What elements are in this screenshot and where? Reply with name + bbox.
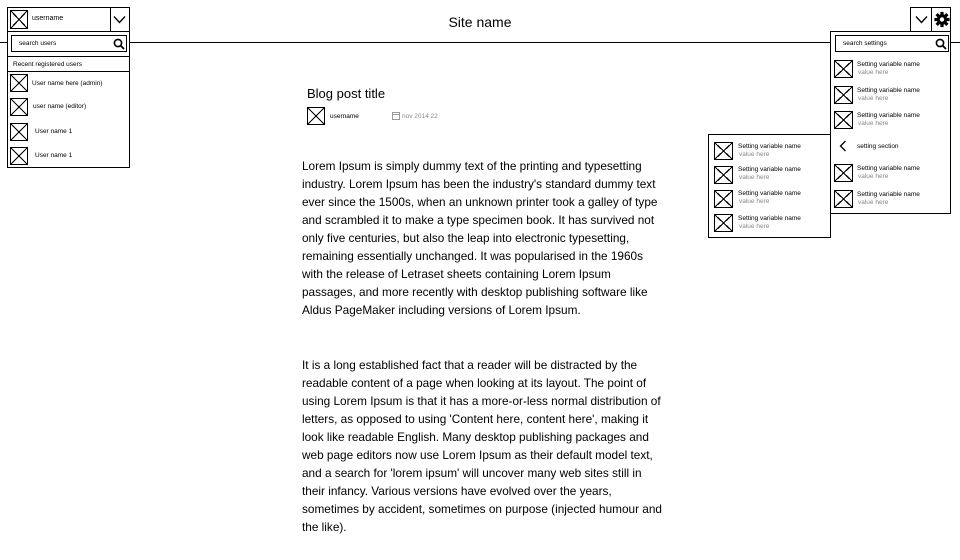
- post-author[interactable]: username: [330, 113, 359, 120]
- setting-name: Setting variable name: [857, 112, 920, 119]
- divider: [8, 56, 129, 57]
- settings-button[interactable]: [910, 7, 951, 32]
- user-avatar-icon: [10, 123, 28, 141]
- post-date: nov 2014 22: [402, 113, 438, 120]
- setting-icon: [714, 166, 733, 184]
- setting-value: value here: [858, 120, 889, 127]
- search-icon[interactable]: [935, 38, 947, 50]
- gear-icon: [934, 11, 950, 28]
- user-avatar-icon: [10, 147, 28, 165]
- user-name: User name 1: [35, 128, 73, 135]
- current-username: username: [32, 15, 64, 22]
- settings-search-placeholder: search settings: [843, 40, 887, 47]
- setting-icon: [834, 164, 853, 182]
- divider: [8, 71, 129, 72]
- post-paragraph: It is a long established fact that a rea…: [302, 358, 662, 534]
- user-dropdown-button[interactable]: username: [7, 7, 130, 32]
- user-avatar-icon: [10, 98, 28, 116]
- setting-value: value here: [739, 151, 770, 158]
- user-avatar-icon: [10, 10, 28, 29]
- setting-name: Setting variable name: [738, 215, 801, 222]
- setting-icon: [834, 86, 853, 104]
- site-name[interactable]: Site name: [0, 14, 960, 30]
- setting-value: value here: [858, 199, 889, 206]
- chevron-down-icon: [113, 16, 126, 24]
- post-paragraph: Lorem Ipsum is simply dummy text of the …: [302, 159, 658, 317]
- setting-icon: [834, 60, 853, 78]
- author-avatar-icon: [307, 107, 325, 125]
- setting-icon: [834, 111, 853, 129]
- setting-value: value here: [739, 198, 770, 205]
- setting-value: value here: [739, 223, 770, 230]
- user-panel: search users Recent registered users Use…: [7, 31, 130, 168]
- setting-value: value here: [739, 174, 770, 181]
- setting-name: Setting variable name: [857, 191, 920, 198]
- dropdown-divider: [931, 8, 932, 31]
- setting-name: Setting variable name: [738, 143, 801, 150]
- setting-icon: [834, 190, 853, 208]
- chevron-left-icon: [839, 140, 846, 152]
- chevron-down-icon: [915, 16, 928, 24]
- setting-icon: [714, 142, 733, 160]
- user-name: User name here (admin): [32, 80, 103, 87]
- user-search-placeholder: search users: [19, 40, 57, 47]
- recent-users-heading: Recent registered users: [13, 61, 83, 68]
- search-icon[interactable]: [113, 38, 125, 50]
- settings-search-input[interactable]: search settings: [835, 35, 949, 52]
- user-search-input[interactable]: search users: [11, 35, 127, 52]
- setting-name: Setting variable name: [738, 166, 801, 173]
- setting-value: value here: [858, 69, 889, 76]
- setting-name: Setting variable name: [738, 190, 801, 197]
- user-name: user name (editor): [33, 103, 87, 110]
- user-name: User name 1: [35, 152, 73, 159]
- setting-section-label: setting section: [857, 143, 899, 150]
- dropdown-divider: [110, 8, 111, 31]
- setting-icon: [714, 214, 733, 232]
- setting-name: Setting variable name: [857, 87, 920, 94]
- calendar-icon: [392, 112, 400, 120]
- setting-name: Setting variable name: [857, 165, 920, 172]
- settings-panel: search settings Setting variable name va…: [830, 31, 951, 214]
- setting-value: value here: [858, 173, 889, 180]
- user-avatar-icon: [10, 74, 28, 92]
- setting-value: value here: [858, 95, 889, 102]
- settings-section-panel: Setting variable name value here Setting…: [708, 134, 831, 238]
- setting-icon: [714, 190, 733, 208]
- setting-name: Setting variable name: [857, 61, 920, 68]
- post-title: Blog post title: [307, 86, 386, 101]
